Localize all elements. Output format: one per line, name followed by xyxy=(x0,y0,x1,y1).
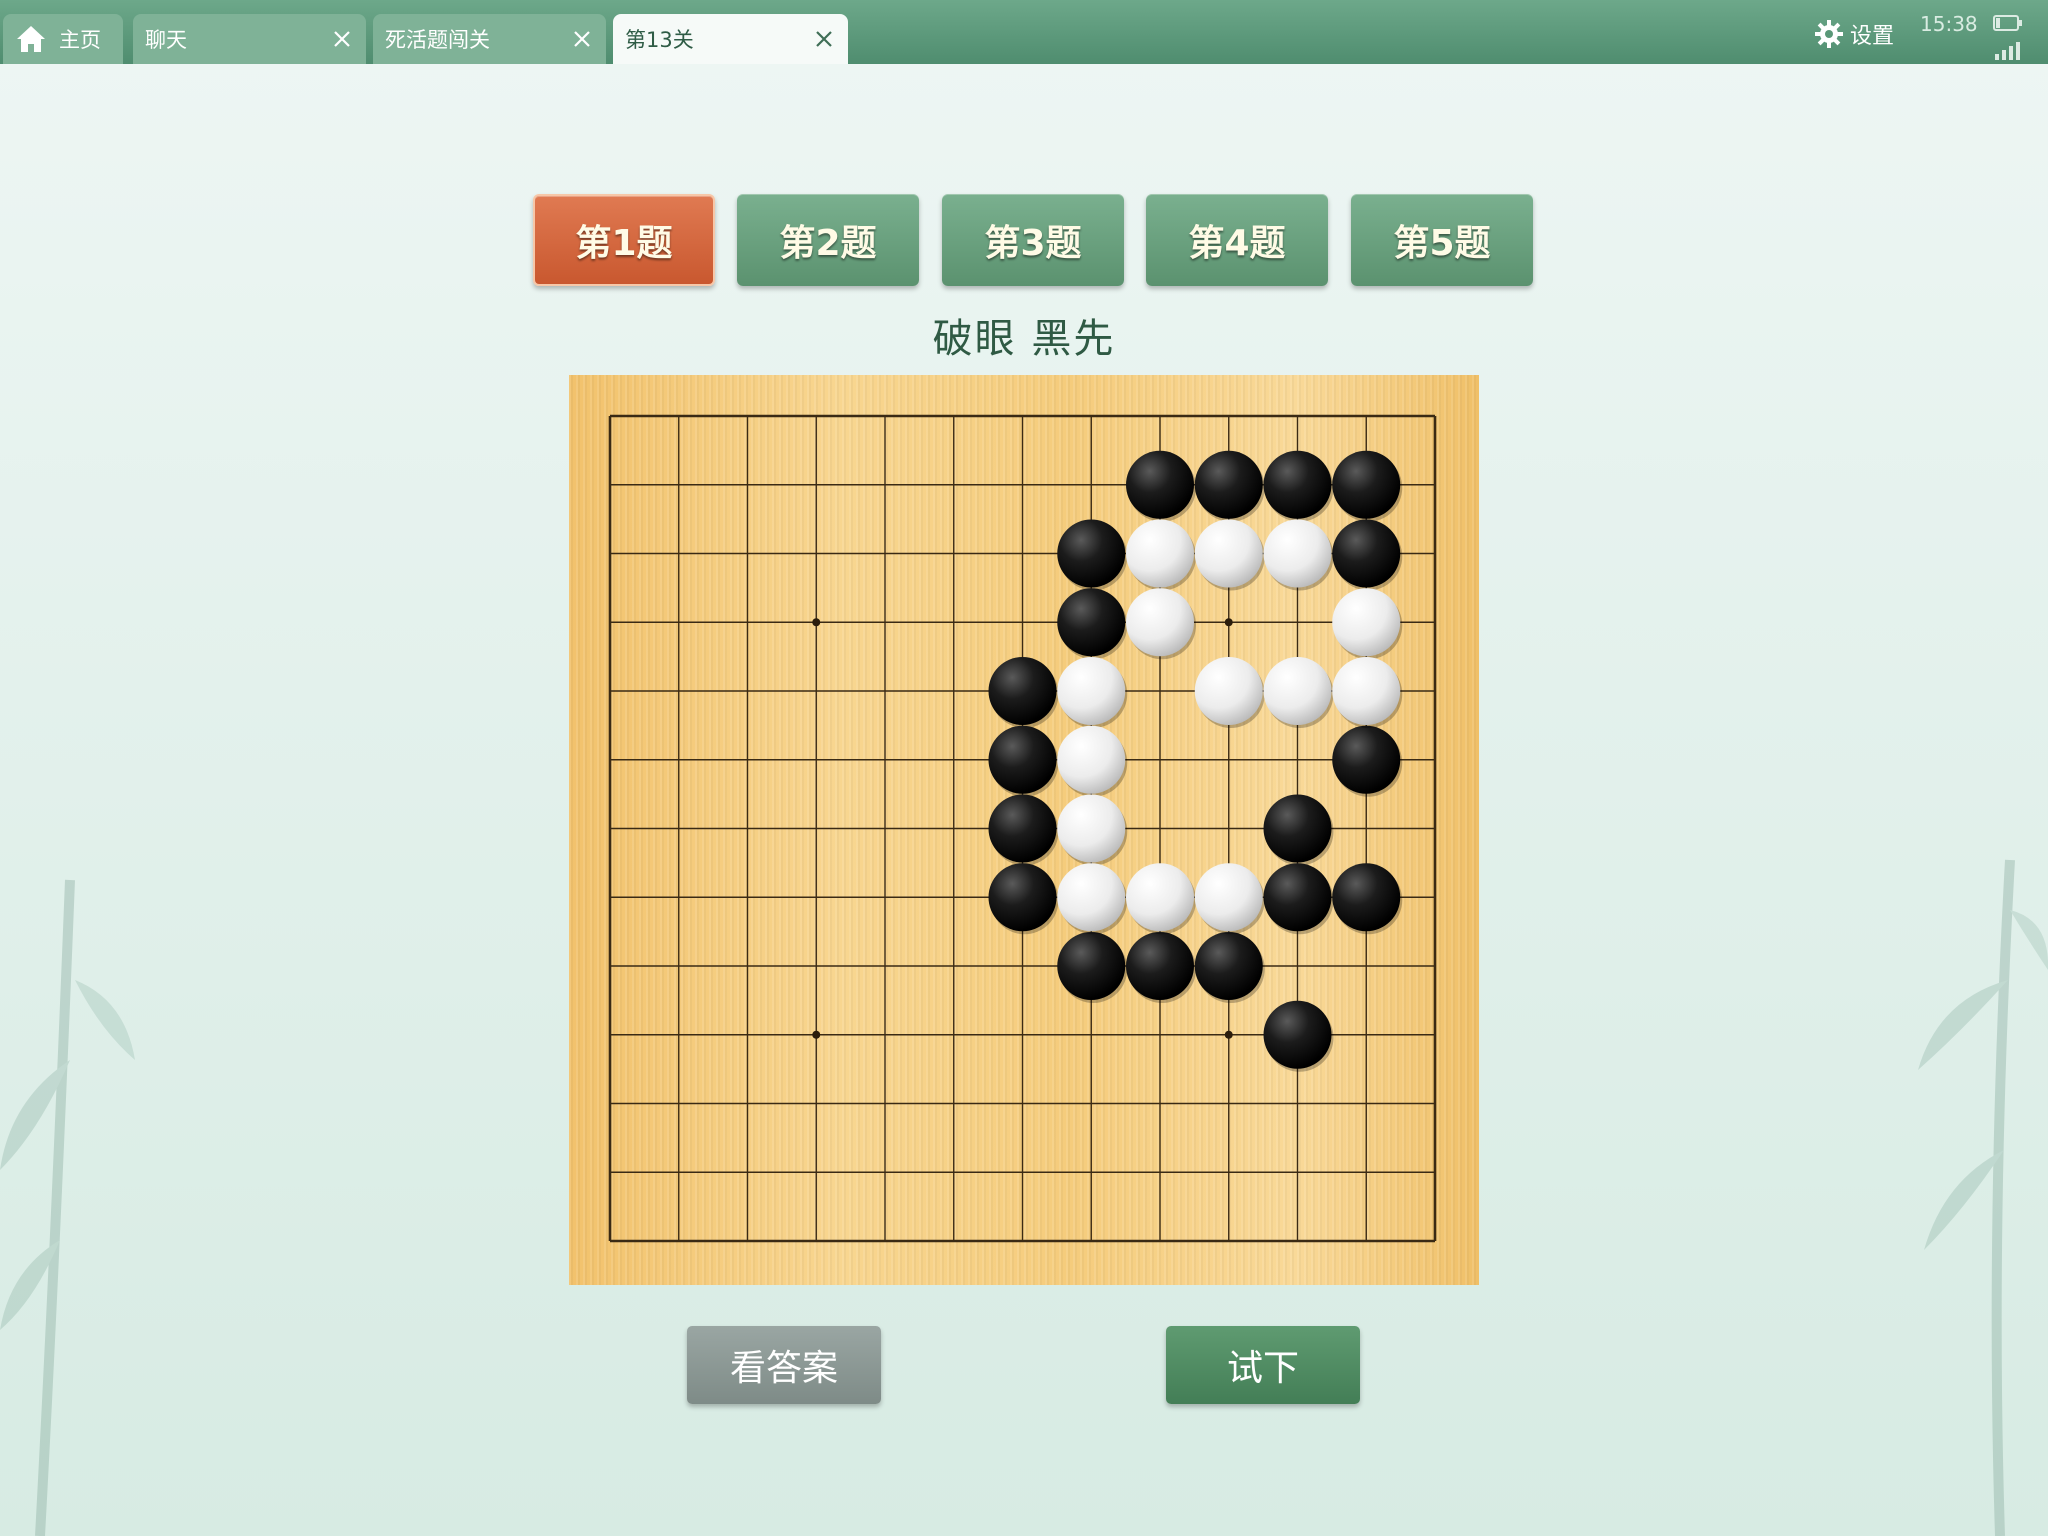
tab-label: 聊天 xyxy=(145,28,187,52)
black-stone xyxy=(1194,450,1265,522)
white-stone xyxy=(1126,588,1196,660)
problem-subtitle: 破眼 黑先 xyxy=(932,316,1116,362)
black-stone xyxy=(988,863,1059,935)
tab-life-death-challenge[interactable]: 死活题闯关 xyxy=(373,14,606,64)
stones xyxy=(988,450,1403,1072)
star-point xyxy=(1224,618,1233,627)
go-board[interactable] xyxy=(569,375,1479,1285)
problem-button-1[interactable]: 第1题 xyxy=(533,194,715,286)
tab-chat[interactable]: 聊天 xyxy=(133,14,366,64)
white-stone xyxy=(1057,657,1128,728)
tab-level-13[interactable]: 第13关 xyxy=(613,14,848,64)
black-stone xyxy=(1126,932,1196,1003)
tab-label: 主页 xyxy=(59,28,101,52)
white-stone xyxy=(1194,657,1265,728)
black-stone xyxy=(1057,519,1128,591)
white-stone xyxy=(1332,657,1403,728)
tab-home[interactable]: 主页 xyxy=(3,14,123,64)
view-answer-button[interactable]: 看答案 xyxy=(687,1326,881,1404)
black-stone xyxy=(1057,588,1128,660)
black-stone xyxy=(1263,794,1334,866)
go-board-canvas[interactable] xyxy=(569,375,1479,1285)
try-move-button[interactable]: 试下 xyxy=(1166,1326,1360,1404)
problem-button-4[interactable]: 第4题 xyxy=(1146,194,1328,286)
black-stone xyxy=(1263,863,1334,935)
close-icon[interactable] xyxy=(328,25,356,53)
black-stone xyxy=(1194,932,1265,1003)
white-stone xyxy=(1194,863,1265,935)
settings-button[interactable]: 设置 xyxy=(1814,18,1894,50)
black-stone xyxy=(1057,932,1128,1003)
star-point xyxy=(812,1030,821,1039)
white-stone xyxy=(1263,657,1334,728)
clock: 15:38 xyxy=(1920,12,1978,36)
gear-icon xyxy=(1815,20,1843,48)
white-stone xyxy=(1126,519,1196,591)
top-bar: 主页 聊天 死活题闯关 第13关 设置 15:38 xyxy=(0,0,2048,64)
white-stone xyxy=(1194,519,1265,591)
black-stone xyxy=(1332,519,1403,591)
home-icon xyxy=(17,26,45,52)
problem-button-5[interactable]: 第5题 xyxy=(1351,194,1533,286)
black-stone xyxy=(988,794,1059,866)
star-point xyxy=(812,618,821,627)
white-stone xyxy=(1057,863,1128,935)
white-stone xyxy=(1263,519,1334,591)
star-point xyxy=(1224,1030,1233,1039)
black-stone xyxy=(1263,450,1334,522)
problem-button-2[interactable]: 第2题 xyxy=(737,194,919,286)
white-stone xyxy=(1126,863,1196,935)
white-stone xyxy=(1332,588,1403,660)
white-stone xyxy=(1057,725,1128,797)
black-stone xyxy=(1263,1000,1334,1072)
problem-button-3[interactable]: 第3题 xyxy=(942,194,1124,286)
close-icon[interactable] xyxy=(810,25,838,53)
battery-icon xyxy=(1993,15,2022,31)
bamboo-left-decoration xyxy=(0,879,135,1536)
black-stone xyxy=(1332,725,1403,797)
black-stone xyxy=(1126,450,1196,522)
black-stone xyxy=(1332,863,1403,935)
black-stone xyxy=(988,657,1059,728)
close-icon[interactable] xyxy=(568,25,596,53)
black-stone xyxy=(988,725,1059,797)
black-stone xyxy=(1332,450,1403,522)
settings-label: 设置 xyxy=(1850,24,1895,49)
tab-label: 第13关 xyxy=(625,28,694,52)
signal-icon xyxy=(1995,42,2020,60)
tab-label: 死活题闯关 xyxy=(385,28,490,52)
bamboo-right-decoration xyxy=(1918,859,2048,1536)
white-stone xyxy=(1057,794,1128,866)
